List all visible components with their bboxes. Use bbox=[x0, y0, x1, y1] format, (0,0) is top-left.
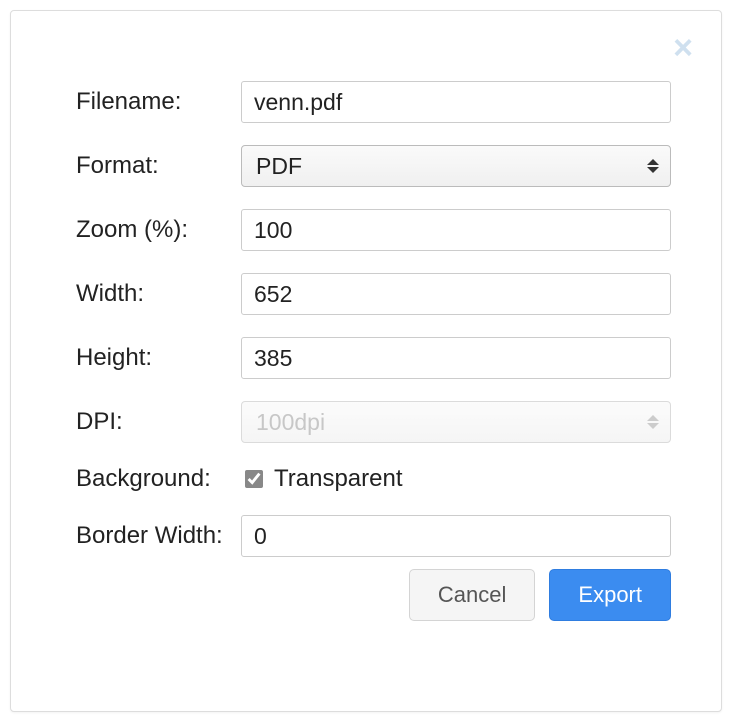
label-height: Height: bbox=[41, 344, 241, 372]
row-border-width: Border Width: bbox=[41, 515, 691, 557]
row-dpi: DPI: 100dpi bbox=[41, 401, 691, 443]
control-background: Transparent bbox=[241, 465, 691, 493]
transparent-checkbox-wrap[interactable]: Transparent bbox=[241, 465, 671, 493]
format-select[interactable]: PDF bbox=[241, 145, 671, 187]
export-dialog: × Filename: Format: PDF bbox=[10, 10, 722, 712]
row-height: Height: bbox=[41, 337, 691, 379]
export-button[interactable]: Export bbox=[549, 569, 671, 621]
height-input[interactable] bbox=[241, 337, 671, 379]
label-background: Background: bbox=[41, 465, 241, 493]
dpi-select-wrap: 100dpi bbox=[241, 401, 671, 443]
control-filename bbox=[241, 81, 691, 123]
label-format: Format: bbox=[41, 152, 241, 180]
row-filename: Filename: bbox=[41, 81, 691, 123]
label-border-width: Border Width: bbox=[41, 522, 241, 550]
control-width bbox=[241, 273, 691, 315]
dialog-footer: Cancel Export bbox=[409, 569, 671, 621]
row-background: Background: Transparent bbox=[41, 465, 691, 493]
label-width: Width: bbox=[41, 280, 241, 308]
close-icon[interactable]: × bbox=[673, 31, 693, 65]
transparent-label: Transparent bbox=[274, 465, 403, 493]
filename-input[interactable] bbox=[241, 81, 671, 123]
label-zoom: Zoom (%): bbox=[41, 216, 241, 244]
border-width-input[interactable] bbox=[241, 515, 671, 557]
row-format: Format: PDF bbox=[41, 145, 691, 187]
control-height bbox=[241, 337, 691, 379]
export-form: Filename: Format: PDF Zoom (% bbox=[41, 81, 691, 557]
dpi-select: 100dpi bbox=[241, 401, 671, 443]
width-input[interactable] bbox=[241, 273, 671, 315]
control-zoom bbox=[241, 209, 691, 251]
control-border-width bbox=[241, 515, 691, 557]
cancel-button[interactable]: Cancel bbox=[409, 569, 535, 621]
control-format: PDF bbox=[241, 145, 691, 187]
row-width: Width: bbox=[41, 273, 691, 315]
format-select-wrap: PDF bbox=[241, 145, 671, 187]
row-zoom: Zoom (%): bbox=[41, 209, 691, 251]
control-dpi: 100dpi bbox=[241, 401, 691, 443]
transparent-checkbox[interactable] bbox=[245, 470, 263, 488]
label-filename: Filename: bbox=[41, 88, 241, 116]
label-dpi: DPI: bbox=[41, 408, 241, 436]
zoom-input[interactable] bbox=[241, 209, 671, 251]
